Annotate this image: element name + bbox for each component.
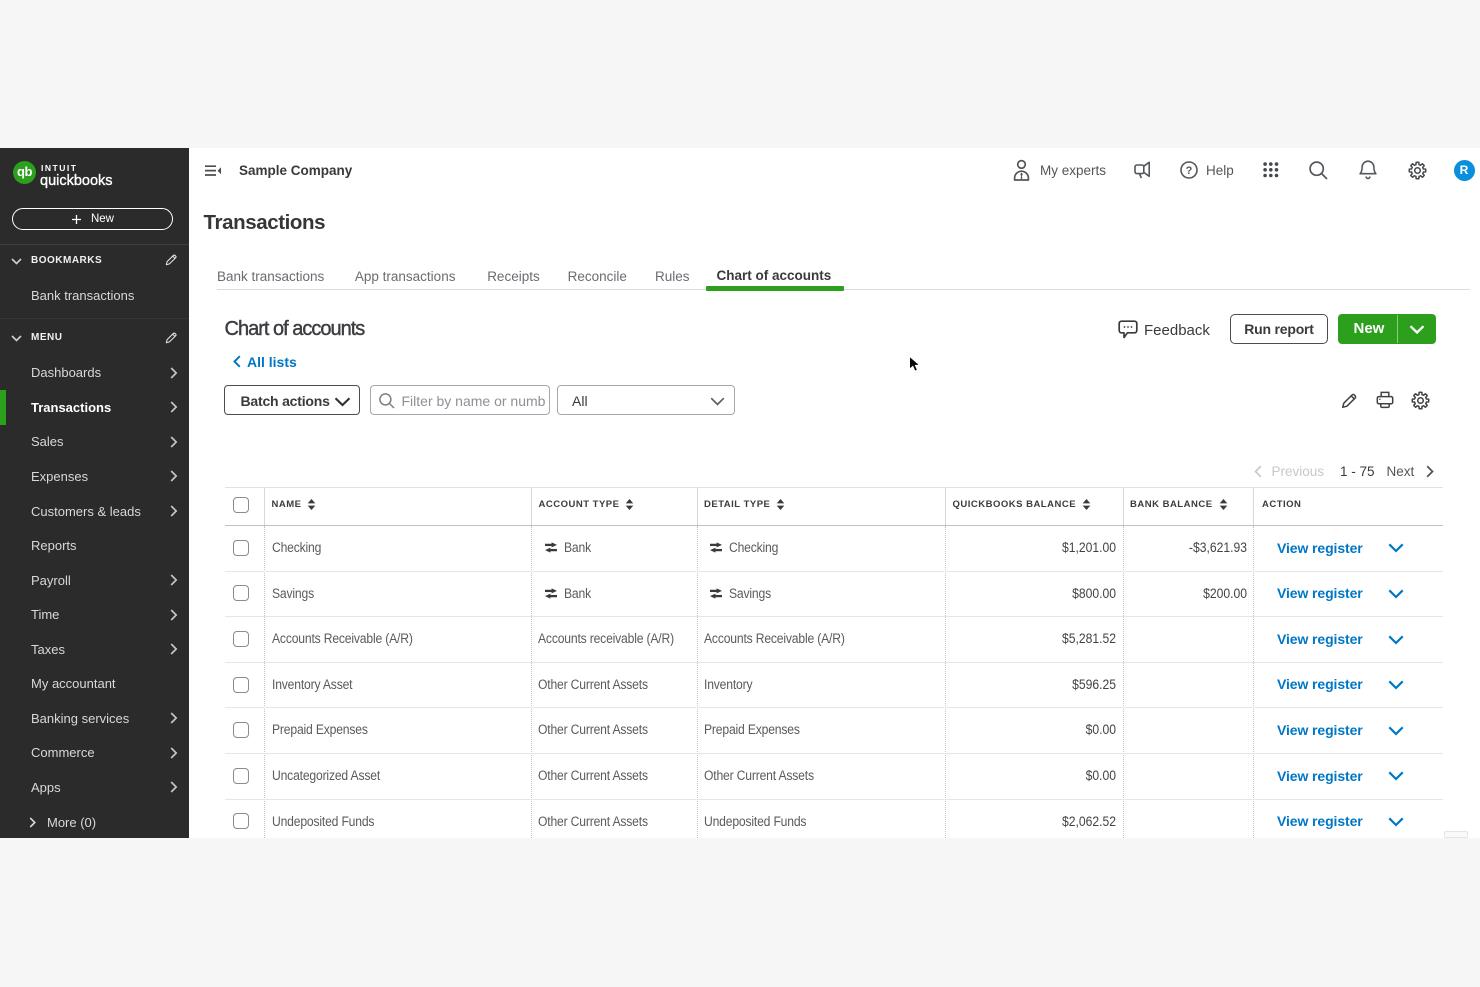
svg-text:?: ?	[1186, 165, 1193, 177]
